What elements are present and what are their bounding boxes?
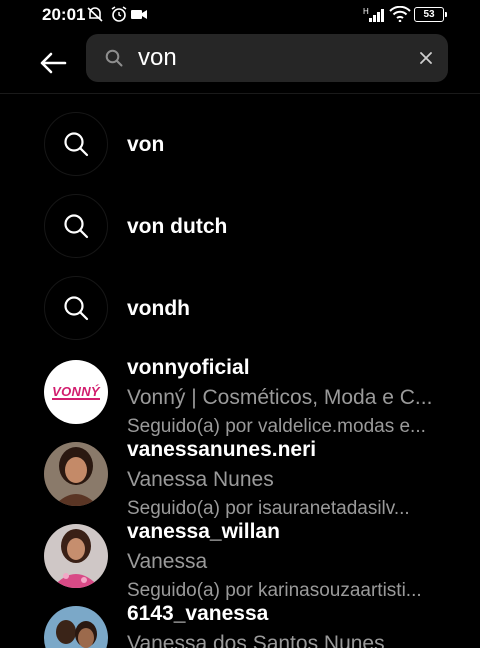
suggestion-icon-circle [44, 276, 108, 340]
search-bar[interactable] [86, 34, 448, 82]
avatar [44, 606, 108, 648]
suggestion-item[interactable]: von dutch [0, 194, 480, 258]
account-full-name: Vanessa dos Santos Nunes [127, 632, 385, 648]
close-icon [420, 52, 432, 64]
wifi-icon [389, 6, 411, 22]
header-divider [0, 93, 480, 94]
account-followed-by: Seguido(a) por isauranetadasilv... [127, 498, 410, 519]
alarm-icon [111, 6, 127, 22]
suggestion-term: von dutch [127, 215, 228, 238]
vonny-logo: VONNÝ [52, 383, 100, 400]
account-followed-by: Seguido(a) por karinasouzaartisti... [127, 580, 422, 601]
account-result[interactable]: 6143_vanessa Vanessa dos Santos Nunes [0, 600, 480, 648]
clear-search-button[interactable] [416, 48, 436, 68]
account-username: vanessa_willan [127, 520, 280, 543]
video-record-icon [131, 10, 147, 19]
account-followed-by: Seguido(a) por valdelice.modas e... [127, 416, 426, 437]
search-icon [64, 296, 89, 321]
search-icon [64, 132, 89, 157]
avatar: VONNÝ [44, 360, 108, 424]
suggestion-term: vondh [127, 297, 190, 320]
notifications-off-icon [87, 7, 103, 22]
account-result[interactable]: VONNÝ vonnyoficial Vonný | Cosméticos, M… [0, 354, 480, 437]
account-username: 6143_vanessa [127, 602, 269, 625]
account-full-name: Vonný | Cosméticos, Moda e C... [127, 386, 433, 409]
account-full-name: Vanessa [127, 550, 208, 573]
status-time: 20:01 [42, 5, 86, 24]
arrow-left-icon [40, 52, 67, 74]
battery-icon: 53 [414, 7, 447, 22]
status-bar: 20:01 H 53 [0, 0, 480, 30]
cellular-signal-icon: H [363, 7, 384, 22]
account-result[interactable]: vanessanunes.neri Vanessa Nunes Seguido(… [0, 436, 480, 519]
svg-text:H: H [363, 7, 369, 16]
suggestion-item[interactable]: von [0, 112, 480, 176]
avatar [44, 442, 108, 506]
account-username: vonnyoficial [127, 356, 250, 379]
suggestion-icon-circle [44, 194, 108, 258]
suggestion-term: von [127, 133, 165, 156]
search-icon [105, 49, 123, 67]
account-result[interactable]: vanessa_willan Vanessa Seguido(a) por ka… [0, 518, 480, 601]
profile-photo-icon [44, 606, 108, 648]
battery-level: 53 [423, 9, 435, 20]
account-username: vanessanunes.neri [127, 438, 317, 461]
suggestion-item[interactable]: vondh [0, 276, 480, 340]
search-icon [64, 214, 89, 239]
profile-photo-icon [44, 442, 108, 506]
back-button[interactable] [38, 48, 68, 78]
search-input[interactable] [138, 42, 408, 74]
avatar [44, 524, 108, 588]
profile-photo-icon [44, 524, 108, 588]
account-full-name: Vanessa Nunes [127, 468, 274, 491]
suggestion-icon-circle [44, 112, 108, 176]
